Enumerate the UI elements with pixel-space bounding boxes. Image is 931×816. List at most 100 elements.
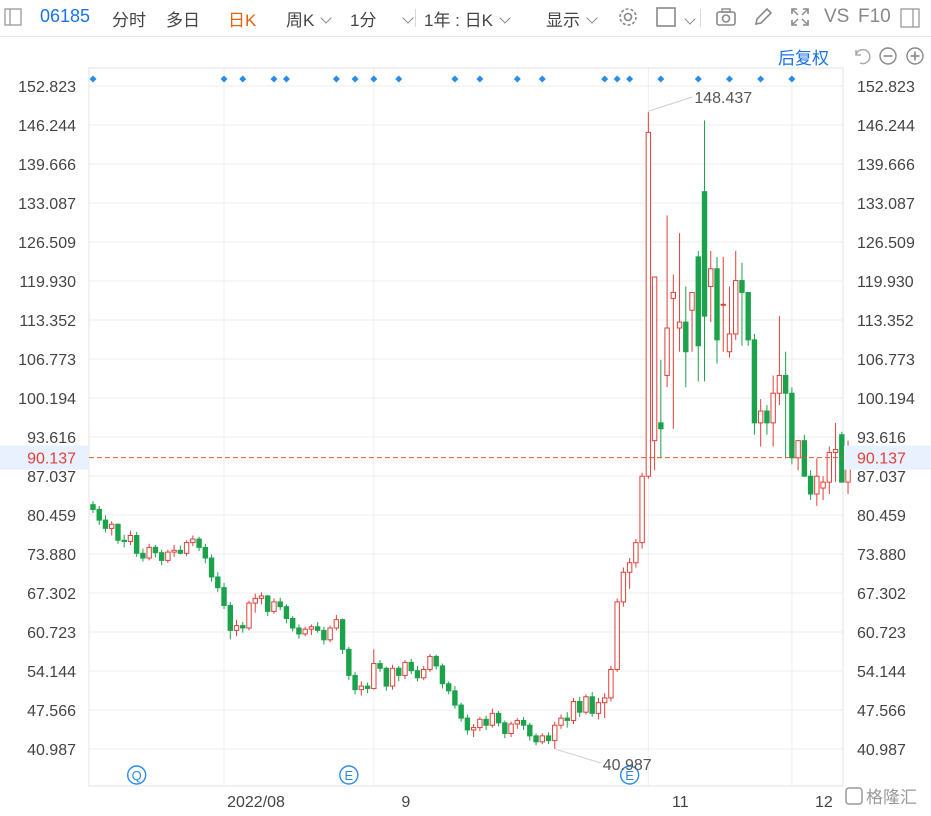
adjust-mode-button[interactable]: 后复权 [778, 44, 829, 69]
candle-body-up [252, 597, 258, 604]
tab-1min[interactable]: 1分 [350, 6, 415, 31]
y-axis-left: 152.823 146.244 139.666 133.087 126.509 119.9… [18, 79, 76, 759]
event-dot-icon [513, 75, 521, 83]
y-tick-label-right: 146.244 [857, 118, 915, 135]
event-dot-icon [757, 75, 765, 83]
candle-body-down [121, 539, 127, 542]
tab-daily-k[interactable]: 日K [228, 6, 256, 31]
candle-body-down [90, 504, 96, 510]
y-tick-label-left: 100.194 [18, 391, 76, 408]
candle-body-up [757, 410, 764, 424]
zoom-out-icon[interactable] [878, 46, 898, 66]
candle-body-down [452, 690, 458, 706]
candle-body-down [408, 661, 414, 672]
tab-intraday[interactable]: 分时 [112, 6, 146, 31]
toolbar-divider [415, 9, 416, 27]
y-tick-label-left: 93.616 [27, 430, 76, 447]
f10-button[interactable]: F10 [858, 6, 891, 28]
candle-body-up [820, 481, 826, 489]
y-tick-label-right: 67.302 [857, 586, 906, 603]
candle-body-down [314, 626, 321, 631]
candlestick-chart[interactable]: 152.823 146.244 139.666 133.087 126.509 119.9… [0, 0, 931, 816]
candle-body-up [552, 724, 558, 742]
event-dot-icon [282, 75, 290, 83]
chevron-down-icon[interactable] [684, 13, 696, 25]
y-tick-label-left: 67.302 [27, 586, 76, 603]
candle-body-down [102, 519, 109, 529]
candle-body-up [608, 668, 614, 699]
candle-body-up [670, 291, 677, 299]
y-tick-label-right: 80.459 [857, 508, 906, 525]
candle-body-down [240, 625, 246, 629]
toolbar: 06185 分时 多日 日K 周K 1分 1年 : 日K 显示 VS F10 [0, 0, 931, 37]
y-tick-label-right: 139.666 [857, 157, 915, 174]
candle-body-up [514, 719, 521, 725]
event-dot-icon [239, 75, 247, 83]
candle-body-up [258, 595, 265, 599]
chevron-down-icon [402, 12, 415, 24]
tab-multi-day[interactable]: 多日 [166, 6, 200, 31]
vs-button[interactable]: VS [824, 6, 849, 28]
y-tick-label-right: 106.773 [857, 352, 915, 369]
candle-body-up [558, 717, 564, 726]
candle-body-down [227, 604, 233, 631]
candles [90, 112, 851, 749]
candle-body-down [277, 601, 283, 608]
y-tick-label-right: 87.037 [857, 469, 906, 486]
max-price-label: 148.437 [694, 90, 752, 107]
gear-icon[interactable] [616, 5, 640, 29]
candle-body-up [845, 457, 851, 483]
checkbox-icon[interactable] [654, 5, 678, 29]
candle-body-up [708, 268, 714, 288]
event-dot-icon [220, 75, 228, 83]
stock-code[interactable]: 06185 [40, 6, 90, 27]
event-dot-icon [657, 75, 665, 83]
candle-body-down [789, 392, 795, 459]
candle-body-down [414, 670, 421, 679]
x-axis: 2022/08 9 11 12 [227, 794, 833, 811]
y-tick-label-left: 133.087 [18, 196, 76, 213]
candle-body-down [533, 735, 539, 743]
candle-body-up [233, 625, 240, 631]
candle-body-up [327, 627, 333, 641]
min-price-label: 40.987 [603, 757, 652, 774]
x-tick-label: 11 [672, 794, 689, 811]
candle-body-up [489, 712, 496, 726]
candle-body-up [146, 546, 152, 559]
event-marker-circle [126, 765, 147, 785]
zoom-in-icon[interactable] [905, 46, 925, 66]
y-tick-label-right: 54.144 [857, 664, 906, 681]
candle-body-down [396, 667, 402, 676]
candle-body-down [346, 648, 352, 676]
fullscreen-icon[interactable] [788, 5, 812, 29]
sidebar-toggle-icon[interactable] [4, 8, 22, 26]
camera-icon[interactable] [714, 5, 738, 29]
candle-body-up [689, 291, 695, 311]
period-select[interactable]: 1年 : 日K [424, 6, 511, 31]
y-tick-label-right: 73.880 [857, 547, 906, 564]
panel-toggle-icon[interactable] [900, 8, 920, 28]
candle-body-down [464, 717, 471, 731]
event-dot-icon [476, 75, 484, 83]
event-dot-icon [601, 75, 609, 83]
event-marker-circle [619, 765, 640, 785]
candle-body-up [371, 663, 377, 689]
display-menu[interactable]: 显示 [546, 6, 598, 31]
candle-body-down [502, 722, 508, 735]
watermark-logo-text: 格隆汇 [866, 788, 917, 807]
y-tick-label-right: 152.823 [857, 79, 915, 96]
max-price-leader [648, 96, 693, 112]
candle-body-up [358, 685, 365, 691]
candle-body-up [720, 303, 726, 306]
event-marker-circle [339, 765, 359, 785]
tab-weekly-k[interactable]: 周K [286, 6, 333, 31]
candle-body-up [171, 549, 177, 553]
candle-body-down [782, 374, 789, 394]
candle-body-down [296, 627, 302, 635]
undo-icon[interactable] [852, 46, 872, 66]
event-dot-icon [332, 75, 340, 83]
y-tick-label-left: 54.144 [27, 664, 76, 681]
candle-body-up [726, 333, 733, 353]
plot-border [88, 67, 844, 787]
pencil-icon[interactable] [751, 5, 775, 29]
